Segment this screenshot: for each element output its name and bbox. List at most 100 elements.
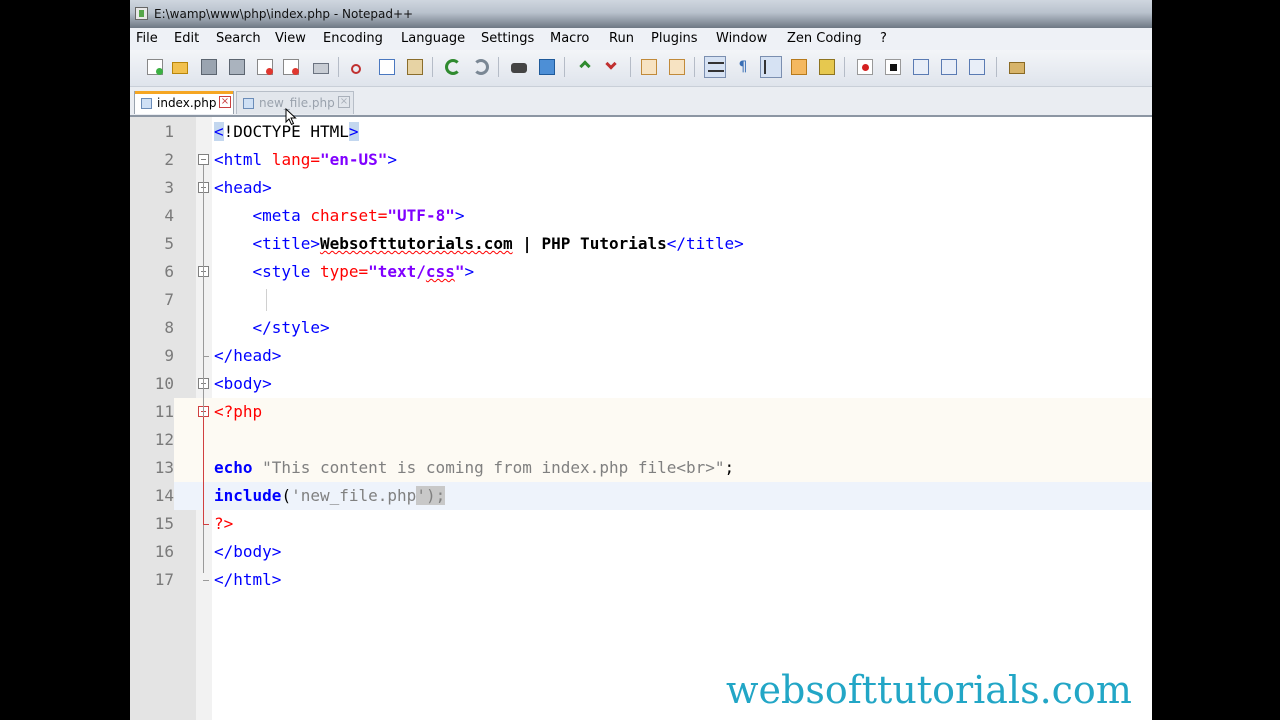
html-tag: </body> bbox=[214, 542, 282, 561]
title-bar[interactable]: E:\wamp\www\php\index.php - Notepad++ bbox=[130, 0, 1152, 28]
doctype-close-bracket: > bbox=[348, 122, 359, 141]
run-macro-multi-icon[interactable] bbox=[938, 56, 960, 78]
notepadpp-window: E:\wamp\www\php\index.php - Notepad++ Fi… bbox=[130, 0, 1152, 720]
tab-label: index.php bbox=[157, 96, 217, 110]
attr-value-css: css bbox=[425, 262, 455, 281]
sync-h-icon[interactable] bbox=[666, 56, 688, 78]
user-lang-icon[interactable] bbox=[788, 56, 810, 78]
close-icon[interactable] bbox=[254, 56, 276, 78]
fold-guide-end bbox=[203, 580, 209, 581]
save-icon[interactable] bbox=[198, 56, 220, 78]
tab-close-icon[interactable]: × bbox=[338, 96, 350, 108]
menu-plugins[interactable]: Plugins bbox=[651, 28, 698, 50]
attr-name: lang= bbox=[262, 150, 320, 169]
undo-icon[interactable] bbox=[442, 56, 464, 78]
indent-guide-icon[interactable] bbox=[760, 56, 782, 78]
record-macro-icon[interactable] bbox=[854, 56, 876, 78]
save-all-icon[interactable] bbox=[226, 56, 248, 78]
show-all-chars-icon[interactable]: ¶ bbox=[732, 56, 754, 78]
code-text: echo "This content is coming from index.… bbox=[214, 454, 734, 482]
toolbar-separator bbox=[844, 57, 845, 77]
php-close-tag: ?> bbox=[214, 514, 234, 533]
code-text: </head> bbox=[214, 342, 281, 370]
php-paren: ( bbox=[281, 486, 292, 505]
line-number: 11 bbox=[130, 398, 174, 426]
code-text: <meta charset="UTF-8"> bbox=[214, 202, 465, 230]
menu-window[interactable]: Window bbox=[716, 28, 767, 50]
fold-guide-end bbox=[203, 356, 209, 357]
window-title: E:\wamp\www\php\index.php - Notepad++ bbox=[154, 7, 414, 21]
code-line: 12 bbox=[130, 426, 1152, 454]
toolbar-separator bbox=[338, 57, 339, 77]
menu-macro[interactable]: Macro bbox=[550, 28, 589, 50]
html-tag: <meta bbox=[252, 206, 301, 225]
redo-icon[interactable] bbox=[470, 56, 492, 78]
title-text-rest: | PHP Tutorials bbox=[512, 234, 667, 253]
code-line: 3 <head> bbox=[130, 174, 1152, 202]
menu-zen-coding[interactable]: Zen Coding bbox=[787, 28, 862, 50]
code-line: 11 <?php bbox=[130, 398, 1152, 426]
stop-record-icon[interactable] bbox=[882, 56, 904, 78]
html-tag: <style bbox=[252, 262, 311, 281]
open-file-icon[interactable] bbox=[169, 56, 191, 78]
sync-v-icon[interactable] bbox=[638, 56, 660, 78]
html-tag: </html> bbox=[214, 570, 282, 589]
fold-toggle-icon[interactable] bbox=[198, 154, 209, 165]
menu-view[interactable]: View bbox=[275, 28, 306, 50]
code-line: 17 </html> bbox=[130, 566, 1152, 594]
fold-guide-php bbox=[203, 417, 204, 525]
code-line: 15 ?> bbox=[130, 510, 1152, 538]
line-number: 14 bbox=[130, 482, 174, 510]
fold-guide bbox=[203, 193, 204, 349]
plugin-icon[interactable] bbox=[1006, 56, 1028, 78]
line-number: 2 bbox=[164, 150, 174, 169]
menu-help[interactable]: ? bbox=[880, 28, 887, 50]
line-number: 6 bbox=[164, 262, 174, 281]
line-number: 13 bbox=[130, 454, 174, 482]
wrap-icon[interactable] bbox=[704, 56, 726, 78]
code-line-current: 14 include('new_file.php'); bbox=[130, 482, 1152, 510]
menu-edit[interactable]: Edit bbox=[174, 28, 199, 50]
document-icon bbox=[141, 98, 152, 109]
line-number: 17 bbox=[154, 570, 174, 589]
php-string: 'new_file.php bbox=[291, 486, 417, 505]
attr-name: type= bbox=[310, 262, 369, 281]
zoom-in-icon[interactable] bbox=[574, 56, 596, 78]
code-editor[interactable]: 1 <!DOCTYPE HTML> 2 <html lang="en-US"> … bbox=[130, 117, 1152, 720]
replace-icon[interactable] bbox=[536, 56, 558, 78]
new-file-icon[interactable] bbox=[144, 56, 166, 78]
code-line: 4 <meta charset="UTF-8"> bbox=[130, 202, 1152, 230]
print-icon[interactable] bbox=[310, 56, 332, 78]
save-macro-icon[interactable] bbox=[966, 56, 988, 78]
zoom-out-icon[interactable] bbox=[602, 56, 624, 78]
copy-icon[interactable] bbox=[376, 56, 398, 78]
line-number: 16 bbox=[154, 542, 174, 561]
menu-encoding[interactable]: Encoding bbox=[323, 28, 383, 50]
title-text-site: Websofttutorials.com bbox=[319, 234, 513, 253]
line-number: 7 bbox=[164, 290, 174, 309]
tab-index-php[interactable]: index.php × bbox=[134, 91, 234, 114]
play-macro-icon[interactable] bbox=[910, 56, 932, 78]
line-number: 10 bbox=[154, 374, 174, 393]
paste-icon[interactable] bbox=[404, 56, 426, 78]
code-line: 8 </style> bbox=[130, 314, 1152, 342]
menu-run[interactable]: Run bbox=[609, 28, 634, 50]
line-number: 3 bbox=[164, 178, 174, 197]
menu-file[interactable]: File bbox=[136, 28, 158, 50]
toolbar-separator bbox=[564, 57, 565, 77]
tab-close-icon[interactable]: × bbox=[219, 96, 231, 108]
doc-map-icon[interactable] bbox=[816, 56, 838, 78]
menu-search[interactable]: Search bbox=[216, 28, 261, 50]
code-text: </body> bbox=[214, 538, 281, 566]
cut-icon[interactable] bbox=[348, 56, 370, 78]
menu-language[interactable]: Language bbox=[401, 28, 465, 50]
html-tag: <body> bbox=[214, 374, 272, 393]
code-line: 5 <title>Websofttutorials.com | PHP Tuto… bbox=[130, 230, 1152, 258]
menu-settings[interactable]: Settings bbox=[481, 28, 534, 50]
code-line: 6 <style type="text/css"> bbox=[130, 258, 1152, 286]
code-line: 10 <body> bbox=[130, 370, 1152, 398]
find-icon[interactable] bbox=[508, 56, 530, 78]
close-all-icon[interactable] bbox=[280, 56, 302, 78]
attr-name: charset= bbox=[300, 206, 388, 225]
